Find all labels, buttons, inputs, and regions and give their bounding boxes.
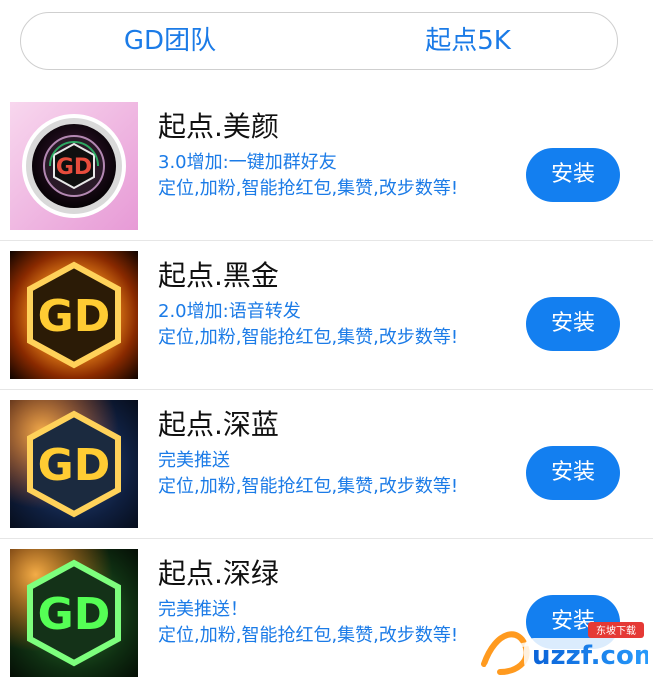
install-button[interactable]: 安装: [526, 446, 620, 500]
app-icon-heijin: GD: [10, 251, 138, 379]
app-title: 起点.深绿: [158, 557, 279, 590]
list-item[interactable]: GD 起点.黑金 2.0增加:语音转发 定位,加粉,智能抢红包,集赞,改步数等!…: [0, 241, 653, 390]
app-title: 起点.深蓝: [158, 408, 279, 441]
svg-text:GD: GD: [56, 155, 92, 180]
list-item[interactable]: GD 起点.深绿 完美推送！ 定位,加粉,智能抢红包,集赞,改步数等! 安装: [0, 539, 653, 688]
install-button[interactable]: 安装: [526, 297, 620, 351]
app-subtitle: 2.0增加:语音转发: [158, 301, 301, 322]
app-list: GD 起点.美颜 3.0增加:一键加群好友 定位,加粉,智能抢红包,集赞,改步数…: [0, 92, 653, 688]
install-button[interactable]: 安装: [526, 148, 620, 202]
app-subtitle: 3.0增加:一键加群好友: [158, 152, 337, 173]
app-features: 定位,加粉,智能抢红包,集赞,改步数等!: [158, 327, 459, 348]
app-title: 起点.美颜: [158, 110, 279, 143]
app-title: 起点.黑金: [158, 259, 279, 292]
app-icon-meiyan: GD: [10, 102, 138, 230]
app-subtitle: 完美推送！: [158, 599, 248, 620]
app-icon-shenlv: GD: [10, 549, 138, 677]
svg-text:GD: GD: [38, 440, 111, 491]
install-button[interactable]: 安装: [526, 595, 620, 649]
app-subtitle: 完美推送: [158, 450, 230, 471]
app-features: 定位,加粉,智能抢红包,集赞,改步数等!: [158, 625, 459, 646]
svg-text:GD: GD: [38, 291, 111, 342]
segmented-tabs: GD团队 起点5K: [20, 12, 618, 70]
list-item[interactable]: GD 起点.深蓝 完美推送 定位,加粉,智能抢红包,集赞,改步数等! 安装: [0, 390, 653, 539]
app-icon-shenlan: GD: [10, 400, 138, 528]
svg-text:GD: GD: [38, 589, 111, 640]
app-features: 定位,加粉,智能抢红包,集赞,改步数等!: [158, 476, 459, 497]
tab-qidian-5k[interactable]: 起点5K: [319, 12, 617, 70]
tab-gd-team[interactable]: GD团队: [21, 12, 319, 70]
app-features: 定位,加粉,智能抢红包,集赞,改步数等!: [158, 178, 459, 199]
list-item[interactable]: GD 起点.美颜 3.0增加:一键加群好友 定位,加粉,智能抢红包,集赞,改步数…: [0, 92, 653, 241]
